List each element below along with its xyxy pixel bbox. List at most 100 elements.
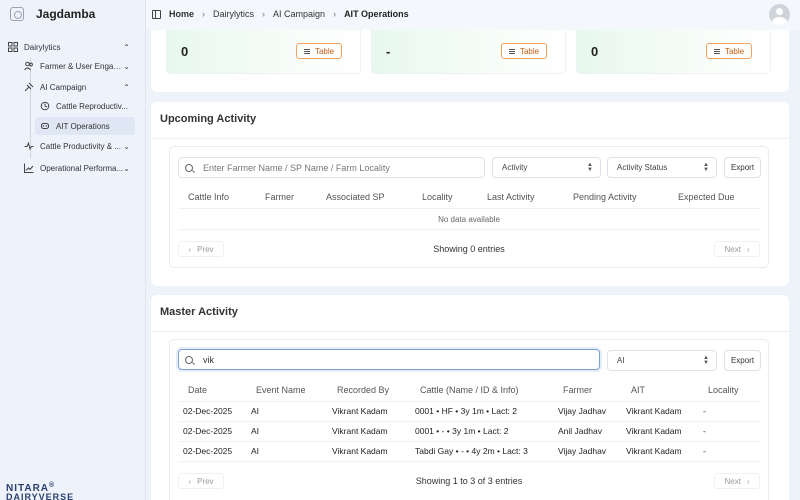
cell-event: AI: [251, 426, 260, 436]
cell-date: 02-Dec-2025: [183, 426, 233, 436]
column-header: Farmer: [265, 192, 294, 202]
table-button[interactable]: Table: [296, 43, 342, 59]
brand: Jagdamba: [10, 7, 95, 21]
export-button[interactable]: Export: [724, 350, 761, 371]
master-activity-panel: Master Activity AI ▲▼ Export Date Event …: [151, 295, 789, 500]
sidebar-item-label: Farmer & User Engag...: [40, 61, 124, 71]
stat-card: 0 Table: [166, 30, 361, 74]
column-header: Pending Activity: [573, 192, 637, 202]
column-header: Last Activity: [487, 192, 535, 202]
updown-icon: ▲ ▼: [703, 162, 709, 173]
stats-panel: 0 Table - Table 0 Table: [151, 30, 789, 92]
sidebar-item-ai-campaign[interactable]: AI Campaign ⌃: [24, 78, 130, 96]
breadcrumb-dairylytics[interactable]: Dairylytics: [213, 9, 254, 19]
breadcrumb-home[interactable]: Home: [169, 9, 194, 19]
table-button[interactable]: Table: [501, 43, 547, 59]
cell-recorded-by: Vikrant Kadam: [332, 426, 388, 436]
syringe-icon: [24, 82, 34, 92]
cell-locality: -: [703, 406, 706, 416]
column-header: AIT: [631, 385, 646, 395]
chevron-up-icon: ⌃: [123, 82, 130, 92]
logo-icon: [10, 7, 24, 21]
chevron-right-icon: ›: [262, 9, 266, 19]
sidebar-item-dairylytics[interactable]: Dairylytics ⌃: [8, 38, 130, 56]
stat-value: 0: [181, 44, 189, 59]
sidebar-item-label: Dairylytics: [24, 42, 61, 52]
column-header: Recorded By: [337, 385, 390, 395]
sidebar-item-cattle-reproduction[interactable]: Cattle Reproductiv...: [40, 97, 132, 115]
column-header: Locality: [708, 385, 739, 395]
chevron-right-icon: ›: [746, 476, 750, 486]
divider: [151, 138, 789, 139]
ai-select[interactable]: AI ▲ ▼: [607, 350, 717, 371]
activity-select[interactable]: Activity ▲ ▼: [492, 157, 601, 178]
pagination-info: Showing 0 entries: [433, 244, 505, 254]
cow-icon: [40, 121, 50, 131]
top-bar: Home › Dairylytics › AI Campaign › AIT O…: [146, 0, 800, 30]
sidebar-item-operational-performance[interactable]: Operational Performa... ⌄: [24, 159, 130, 177]
avatar[interactable]: [769, 4, 790, 25]
upcoming-search-input[interactable]: [203, 162, 478, 173]
export-button[interactable]: Export: [724, 157, 761, 178]
divider: [178, 208, 760, 209]
empty-state: No data available: [438, 215, 500, 224]
sidebar-item-ait-operations[interactable]: AIT Operations: [35, 117, 135, 135]
activity-status-select[interactable]: Activity Status ▲ ▼: [607, 157, 717, 178]
upcoming-activity-panel: Upcoming Activity Activity ▲▼ Activity S…: [151, 102, 789, 286]
updown-icon: ▲ ▼: [587, 162, 593, 173]
stat-value: 0: [591, 44, 599, 59]
cell-locality: -: [703, 426, 706, 436]
breadcrumb-ai-campaign[interactable]: AI Campaign: [273, 9, 325, 19]
updown-icon: ▲ ▼: [703, 355, 709, 366]
sidebar-toggle-icon[interactable]: [152, 9, 161, 19]
chevron-right-icon: ›: [746, 244, 750, 254]
sidebar-item-label: Operational Performa...: [40, 163, 124, 173]
cell-cattle: Tabdi Gay • - • 4y 2m • Lact: 3: [415, 446, 528, 456]
cell-date: 02-Dec-2025: [183, 446, 233, 456]
master-search-input[interactable]: [203, 354, 581, 365]
chevron-down-icon: ⌄: [123, 163, 130, 173]
section-title: Upcoming Activity: [160, 113, 257, 125]
stat-value: -: [386, 44, 391, 59]
menu-icon: [713, 48, 720, 54]
cell-event: AI: [251, 446, 260, 456]
cell-farmer: Vijay Jadhav: [558, 446, 607, 456]
stat-card: 0 Table: [576, 30, 771, 74]
divider: [178, 421, 760, 422]
sidebar: Jagdamba Dairylytics ⌃ Farmer & User Eng…: [0, 0, 146, 500]
chevron-up-icon: ⌃: [123, 42, 130, 52]
users-icon: [24, 61, 34, 71]
cell-cattle: 0001 • - • 3y 1m • Lact: 2: [415, 426, 509, 436]
sidebar-item-cattle-productivity[interactable]: Cattle Productivity & ... ⌄: [24, 137, 130, 155]
next-button[interactable]: Next ›: [714, 473, 760, 489]
chevron-right-icon: ›: [333, 9, 337, 19]
breadcrumb-current: AIT Operations: [344, 9, 409, 19]
grid-icon: [8, 42, 18, 52]
chevron-down-icon: ⌄: [123, 61, 130, 71]
cell-ait: Vikrant Kadam: [626, 406, 682, 416]
column-header: Associated SP: [326, 192, 385, 202]
cell-ait: Vikrant Kadam: [626, 446, 682, 456]
menu-icon: [303, 48, 310, 54]
cell-recorded-by: Vikrant Kadam: [332, 406, 388, 416]
sidebar-item-label: AIT Operations: [56, 121, 110, 131]
section-title: Master Activity: [160, 306, 238, 318]
divider: [178, 461, 760, 462]
activity-icon: [24, 141, 34, 151]
column-header: Cattle (Name / ID & Info): [420, 385, 519, 395]
trending-up-icon: [24, 163, 34, 173]
divider: [178, 441, 760, 442]
sidebar-item-farmer-engagement[interactable]: Farmer & User Engag... ⌄: [24, 57, 130, 75]
column-header: Farmer: [563, 385, 592, 395]
pagination-info: Showing 1 to 3 of 3 entries: [415, 476, 523, 486]
master-table-card: AI ▲▼ Export Date Event Name Recorded By…: [169, 339, 769, 500]
master-search-input-wrap: [178, 349, 600, 370]
column-header: Cattle Info: [188, 192, 230, 202]
cell-farmer: Anil Jadhav: [558, 426, 602, 436]
next-button[interactable]: Next ›: [714, 241, 760, 257]
column-header: Locality: [422, 192, 453, 202]
search-icon: [185, 355, 193, 364]
table-button[interactable]: Table: [706, 43, 752, 59]
column-header: Event Name: [256, 385, 306, 395]
cell-recorded-by: Vikrant Kadam: [332, 446, 388, 456]
